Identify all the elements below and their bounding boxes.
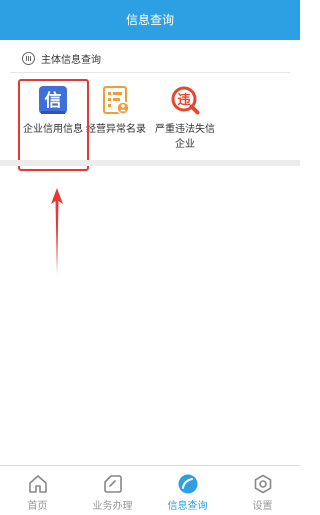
serious-violation-item[interactable]: 违 严重违法失信企业 bbox=[150, 80, 220, 160]
highlight-box bbox=[18, 79, 89, 171]
tab-info-query[interactable]: 信息查询 bbox=[150, 466, 225, 515]
serious-violation-icon: 违 bbox=[170, 85, 200, 115]
content-separator bbox=[0, 160, 300, 166]
tab-info-query-label: 信息查询 bbox=[167, 501, 208, 512]
bottom-tab-bar: 首页 业务办理 信息查询 设置 bbox=[0, 465, 300, 515]
business-icon bbox=[103, 475, 122, 493]
tab-home-label: 首页 bbox=[27, 501, 48, 512]
tab-business[interactable]: 业务办理 bbox=[75, 466, 150, 515]
business-anomaly-label: 经营异常名录 bbox=[86, 124, 146, 135]
section-list-icon bbox=[22, 51, 35, 65]
settings-icon bbox=[254, 474, 271, 494]
violation-glyph: 违 bbox=[177, 92, 190, 108]
business-anomaly-list-icon bbox=[101, 85, 131, 115]
page-header: 信息查询 bbox=[0, 0, 300, 40]
serious-violation-label: 严重违法失信企业 bbox=[155, 124, 215, 150]
info-query-icon bbox=[178, 474, 197, 494]
section-header: 主体信息查询 bbox=[0, 44, 300, 72]
section-divider bbox=[10, 72, 290, 73]
tab-home[interactable]: 首页 bbox=[0, 466, 75, 515]
section-title: 主体信息查询 bbox=[41, 54, 101, 66]
tab-settings-label: 设置 bbox=[252, 501, 273, 512]
annotation-arrow-icon bbox=[51, 188, 63, 274]
tab-business-label: 业务办理 bbox=[92, 501, 133, 512]
page-title: 信息查询 bbox=[125, 13, 174, 27]
tab-settings[interactable]: 设置 bbox=[225, 466, 300, 515]
business-anomaly-item[interactable]: 经营异常名录 bbox=[81, 80, 151, 160]
home-icon bbox=[28, 475, 47, 493]
